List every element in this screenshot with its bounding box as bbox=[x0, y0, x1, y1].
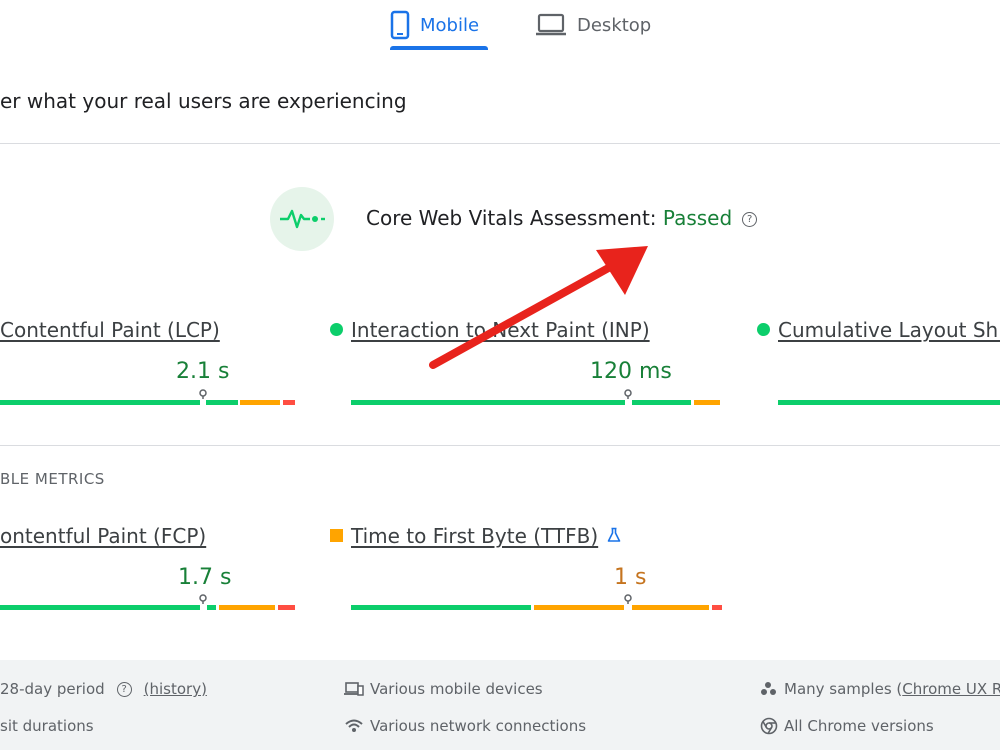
assessment-status: Passed bbox=[662, 206, 733, 230]
history-link[interactable]: (history) bbox=[144, 680, 207, 698]
inp-bar-needs-improvement bbox=[694, 400, 720, 405]
metric-lcp-value: 2.1 s bbox=[176, 359, 230, 384]
inp-bar-good-tail bbox=[632, 400, 691, 405]
chrome-icon bbox=[760, 717, 778, 735]
ttfb-bar-poor bbox=[712, 605, 722, 610]
tab-desktop-label: Desktop bbox=[577, 14, 652, 36]
divider bbox=[0, 445, 1000, 446]
wifi-icon bbox=[345, 719, 363, 732]
core-web-vitals-assessment: Core Web Vitals Assessment: Passed? bbox=[366, 206, 758, 230]
collection-period: 28-day period ? (history) bbox=[0, 680, 207, 698]
inp-percentile-marker bbox=[624, 389, 632, 399]
tab-mobile-label: Mobile bbox=[420, 14, 480, 36]
samples-text: Many samples (Chrome UX R bbox=[784, 680, 1000, 698]
help-icon[interactable]: ? bbox=[116, 681, 132, 697]
ttfb-bar-needs-improvement bbox=[534, 605, 624, 610]
help-icon[interactable]: ? bbox=[742, 212, 758, 227]
lcp-bar-poor bbox=[283, 400, 295, 405]
ttfb-percentile-marker bbox=[624, 594, 632, 604]
metric-inp-value: 120 ms bbox=[590, 359, 672, 384]
durations-text: sit durations bbox=[0, 717, 94, 735]
fcp-bar-needs-improvement bbox=[219, 605, 275, 610]
lcp-bar-good-tail bbox=[206, 400, 238, 405]
fcp-bar-good-tail bbox=[207, 605, 216, 610]
samples-icon bbox=[761, 682, 776, 695]
inp-bar-good bbox=[351, 400, 625, 405]
desktop-icon bbox=[536, 13, 566, 36]
ttfb-bar-needs-improvement-tail bbox=[632, 605, 709, 610]
divider bbox=[0, 143, 1000, 144]
data-footer bbox=[0, 660, 1000, 750]
fcp-bar-good bbox=[0, 605, 200, 610]
metric-fcp-label[interactable]: ontentful Paint (FCP) bbox=[0, 524, 206, 548]
period-text: 28-day period bbox=[0, 680, 105, 698]
visit-durations: sit durations bbox=[0, 717, 94, 735]
flask-icon bbox=[607, 527, 621, 542]
metric-cls-label[interactable]: Cumulative Layout Shif bbox=[778, 318, 1000, 342]
fcp-bar-poor bbox=[278, 605, 295, 610]
devices-text: Various mobile devices bbox=[370, 680, 543, 698]
lcp-bar-needs-improvement bbox=[240, 400, 280, 405]
metric-inp-label[interactable]: Interaction to Next Paint (INP) bbox=[351, 318, 650, 342]
metric-ttfb-label[interactable]: Time to First Byte (TTFB) bbox=[351, 524, 598, 548]
section-subtitle: er what your real users are experiencing bbox=[0, 89, 407, 113]
cls-bar-good bbox=[778, 400, 1000, 405]
inp-status-dot bbox=[330, 323, 343, 336]
tab-selected-indicator bbox=[390, 46, 488, 50]
ttfb-bar-good bbox=[351, 605, 531, 610]
metric-ttfb-value: 1 s bbox=[614, 565, 647, 590]
chrome-ux-report-link[interactable]: Chrome UX R bbox=[902, 680, 1000, 698]
tab-desktop[interactable]: Desktop bbox=[535, 0, 651, 50]
samples-info: Many samples (Chrome UX R bbox=[760, 680, 1000, 698]
assessment-label: Core Web Vitals Assessment: bbox=[366, 206, 663, 230]
fcp-percentile-marker bbox=[199, 594, 207, 604]
vitals-pulse-icon bbox=[270, 187, 334, 251]
versions-text: All Chrome versions bbox=[784, 717, 934, 735]
ttfb-status-square bbox=[330, 529, 343, 542]
lcp-percentile-marker bbox=[199, 389, 207, 399]
mobile-icon bbox=[390, 10, 410, 40]
devices-info: Various mobile devices bbox=[344, 680, 543, 698]
versions-info: All Chrome versions bbox=[760, 717, 934, 735]
network-text: Various network connections bbox=[370, 717, 587, 735]
cls-status-dot bbox=[757, 323, 770, 336]
devices-icon bbox=[344, 682, 364, 696]
lcp-bar-good bbox=[0, 400, 200, 405]
tab-mobile[interactable]: Mobile bbox=[390, 0, 479, 50]
network-info: Various network connections bbox=[344, 717, 586, 735]
other-metrics-heading: BLE METRICS bbox=[0, 470, 105, 488]
metric-fcp-value: 1.7 s bbox=[178, 565, 232, 590]
metric-lcp-label[interactable]: Contentful Paint (LCP) bbox=[0, 318, 220, 342]
